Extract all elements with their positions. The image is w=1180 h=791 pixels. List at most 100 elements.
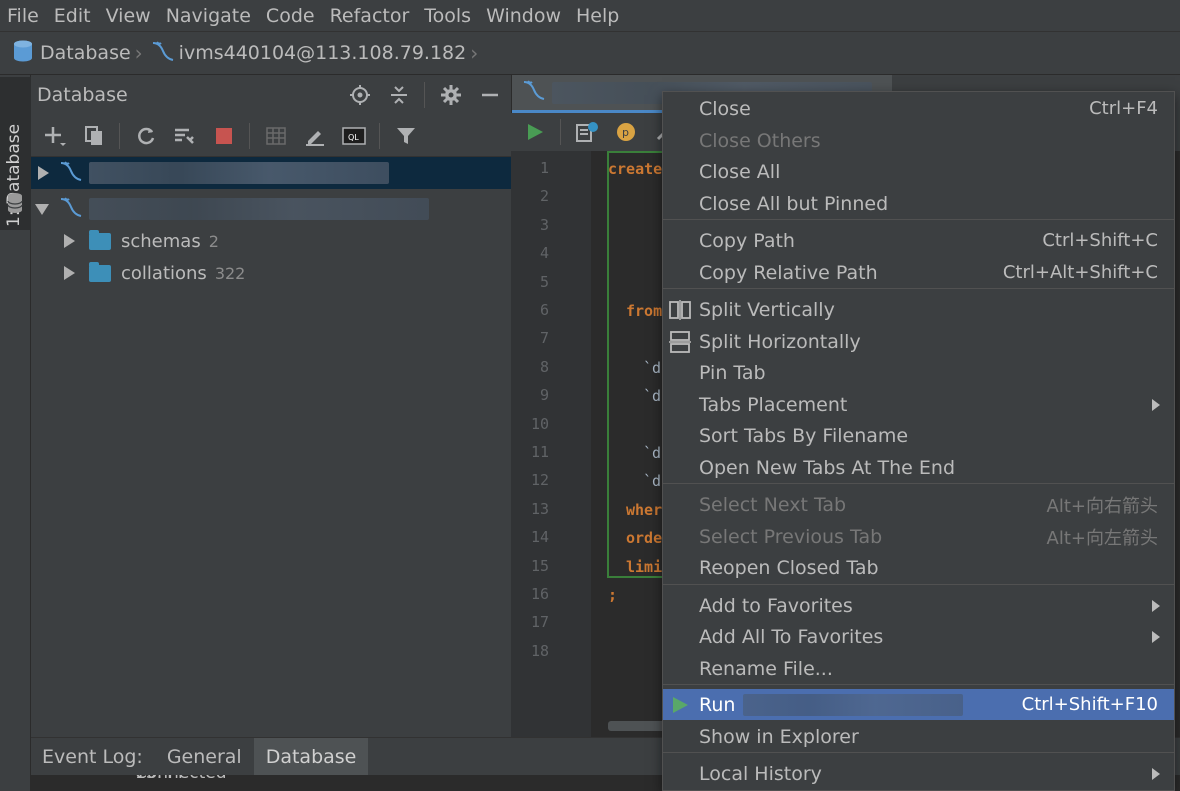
- tree-row-collations[interactable]: collations 322: [31, 257, 511, 289]
- database-panel: Database QL schemas 2 collations 322: [31, 75, 511, 737]
- toolbar-separator: [424, 81, 425, 108]
- menu-item-split-vertically[interactable]: Split Vertically: [663, 294, 1174, 325]
- menu-item-select-previous-tab[interactable]: Select Previous Tab Alt+向左箭头: [663, 521, 1174, 552]
- menu-item-label: Copy Relative Path: [699, 261, 878, 284]
- collapse-all-icon[interactable]: [385, 81, 412, 108]
- menu-item-label: Sort Tabs By Filename: [699, 424, 909, 447]
- menu-item-reopen-closed-tab[interactable]: Reopen Closed Tab: [663, 552, 1174, 583]
- menu-item-label: Local History: [699, 762, 822, 785]
- menu-item-label: Close All: [699, 160, 781, 183]
- menu-item-pin-tab[interactable]: Pin Tab: [663, 357, 1174, 388]
- line-number: 1: [539, 159, 549, 177]
- history-icon[interactable]: [573, 119, 600, 146]
- expand-arrow-icon[interactable]: [38, 166, 49, 180]
- database-toolbar: QL: [31, 115, 511, 157]
- event-text: Connected: [135, 775, 227, 783]
- collapse-arrow-icon[interactable]: [35, 203, 49, 215]
- menu-item-copy-path[interactable]: Copy Path Ctrl+Shift+C: [663, 225, 1174, 256]
- menu-window[interactable]: Window: [479, 1, 569, 31]
- minimize-icon[interactable]: [476, 81, 503, 108]
- copy-icon[interactable]: [80, 122, 107, 149]
- code-line: `d: [643, 444, 662, 462]
- sql-console-icon[interactable]: QL: [340, 122, 367, 149]
- stop-icon[interactable]: [210, 122, 237, 149]
- tree-row-schemas[interactable]: schemas 2: [31, 225, 511, 257]
- menu-item-close[interactable]: Close Ctrl+F4: [663, 93, 1174, 124]
- menu-tools[interactable]: Tools: [417, 1, 479, 31]
- menu-item-label: Split Vertically: [699, 298, 835, 321]
- menu-item-label: Select Next Tab: [699, 493, 847, 516]
- schema-settings-icon[interactable]: [171, 122, 198, 149]
- menu-view[interactable]: View: [99, 1, 159, 31]
- expand-arrow-icon[interactable]: [64, 266, 75, 280]
- redacted-run-target: [743, 693, 963, 716]
- line-number: 12: [530, 471, 549, 489]
- refresh-icon[interactable]: [132, 122, 159, 149]
- menu-item-label: Reopen Closed Tab: [699, 556, 879, 579]
- breadcrumb-separator: ›: [134, 41, 143, 65]
- menu-item-shortcut: Ctrl+F4: [1089, 98, 1158, 119]
- menu-item-label: Rename File...: [699, 657, 833, 680]
- menu-item-label: Copy Path: [699, 229, 795, 252]
- filter-icon[interactable]: [392, 122, 419, 149]
- svg-text:QL: QL: [348, 133, 359, 142]
- mysql-icon: [151, 40, 175, 67]
- menu-item-close-all[interactable]: Close All: [663, 156, 1174, 187]
- submenu-arrow-icon: [1152, 767, 1160, 780]
- database-tree: schemas 2 collations 322: [31, 157, 511, 289]
- tab-general[interactable]: General: [155, 738, 254, 776]
- database-tool-tab[interactable]: 1: Database: [0, 77, 31, 230]
- menu-file[interactable]: File: [0, 1, 47, 31]
- line-number: 5: [539, 273, 549, 291]
- code-line: from: [626, 302, 663, 320]
- menu-item-run[interactable]: Run Ctrl+Shift+F10: [663, 689, 1174, 720]
- submenu-arrow-icon: [1152, 398, 1160, 411]
- line-number: 13: [530, 500, 549, 518]
- tab-context-menu: Close Ctrl+F4 Close Others Close All Clo…: [662, 91, 1175, 791]
- breadcrumb-connection[interactable]: ivms440104@113.108.79.182: [179, 42, 467, 64]
- line-number: 6: [539, 301, 549, 319]
- tree-row-connection[interactable]: [31, 157, 511, 189]
- breadcrumb-database[interactable]: Database: [40, 42, 131, 64]
- menu-edit[interactable]: Edit: [47, 1, 99, 31]
- event-log-label: Event Log:: [42, 745, 143, 768]
- gear-icon[interactable]: [437, 81, 464, 108]
- menu-item-close-others[interactable]: Close Others: [663, 125, 1174, 156]
- edit-icon[interactable]: [301, 122, 328, 149]
- table-editor-icon[interactable]: [262, 122, 289, 149]
- menu-item-add-all-to-favorites[interactable]: Add All To Favorites: [663, 621, 1174, 652]
- run-icon[interactable]: [521, 119, 548, 146]
- menu-item-open-new-tabs-at-end[interactable]: Open New Tabs At The End: [663, 452, 1174, 483]
- code-line: orde: [626, 529, 663, 547]
- locate-icon[interactable]: [346, 81, 373, 108]
- tree-item-count: 322: [214, 263, 246, 283]
- profile-icon[interactable]: p: [612, 119, 639, 146]
- menu-item-add-to-favorites[interactable]: Add to Favorites: [663, 590, 1174, 621]
- horizontal-scrollbar[interactable]: [608, 721, 668, 731]
- menu-code[interactable]: Code: [259, 1, 323, 31]
- menu-bar: File Edit View Navigate Code Refactor To…: [0, 0, 1180, 32]
- menu-item-copy-relative-path[interactable]: Copy Relative Path Ctrl+Alt+Shift+C: [663, 257, 1174, 288]
- menu-item-label: Add to Favorites: [699, 594, 853, 617]
- menu-item-local-history[interactable]: Local History: [663, 758, 1174, 789]
- navigation-bar: Database › ivms440104@113.108.79.182 ›: [0, 32, 1180, 75]
- expand-arrow-icon[interactable]: [64, 234, 75, 248]
- line-number: 18: [530, 642, 549, 660]
- menu-item-tabs-placement[interactable]: Tabs Placement: [663, 389, 1174, 420]
- tree-row-connection[interactable]: [31, 193, 511, 225]
- menu-item-sort-tabs[interactable]: Sort Tabs By Filename: [663, 420, 1174, 451]
- menu-item-label: Add All To Favorites: [699, 625, 884, 648]
- menu-item-close-all-but-pinned[interactable]: Close All but Pinned: [663, 188, 1174, 219]
- menu-separator: [663, 684, 1174, 685]
- tab-database[interactable]: Database: [253, 737, 369, 776]
- menu-item-label: Close Others: [699, 129, 821, 152]
- menu-item-split-horizontally[interactable]: Split Horizontally: [663, 326, 1174, 357]
- menu-item-shortcut: Alt+向右箭头: [1046, 495, 1158, 517]
- menu-item-select-next-tab[interactable]: Select Next Tab Alt+向右箭头: [663, 489, 1174, 520]
- menu-item-rename-file[interactable]: Rename File...: [663, 653, 1174, 684]
- menu-refactor[interactable]: Refactor: [323, 1, 418, 31]
- menu-navigate[interactable]: Navigate: [159, 1, 259, 31]
- menu-item-show-in-explorer[interactable]: Show in Explorer: [663, 721, 1174, 752]
- add-icon[interactable]: [41, 122, 68, 149]
- menu-help[interactable]: Help: [569, 1, 627, 31]
